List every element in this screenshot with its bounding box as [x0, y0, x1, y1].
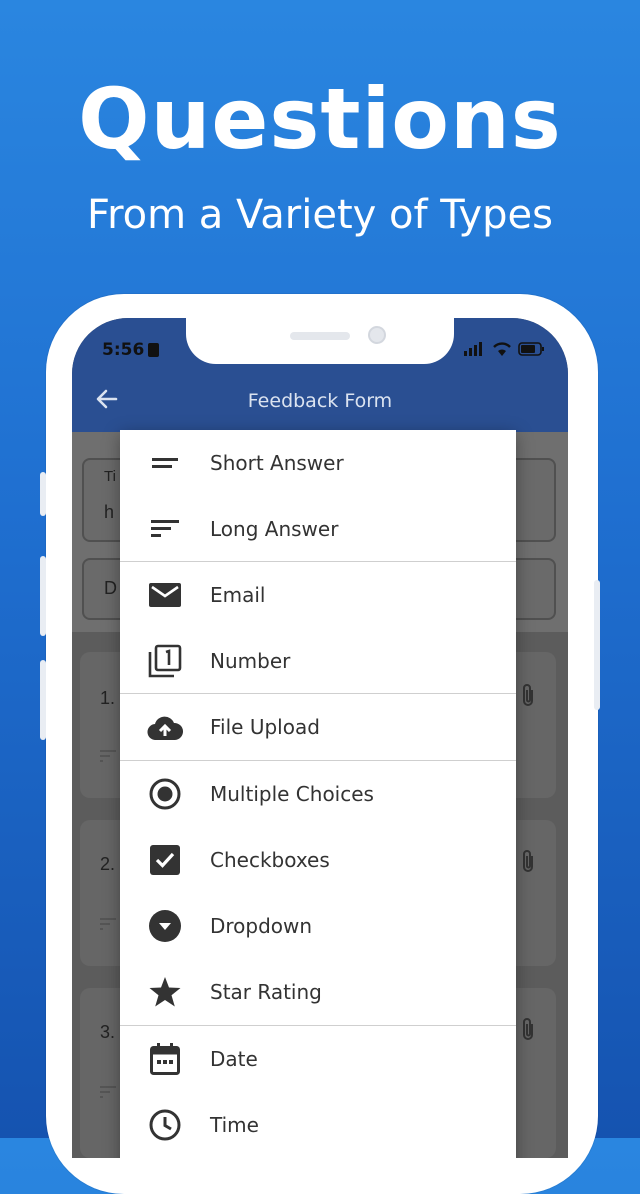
- paperclip-icon[interactable]: [520, 848, 536, 880]
- question-number: 3.: [100, 1022, 116, 1042]
- form-description-value: D: [104, 578, 117, 598]
- calendar-icon: [120, 1043, 210, 1075]
- star-icon: [120, 977, 210, 1007]
- app-bar-title: Feedback Form: [247, 390, 393, 412]
- status-time: 5:56: [102, 340, 160, 360]
- menu-item-dropdown[interactable]: Dropdown: [120, 893, 516, 959]
- menu-item-label: Number: [210, 649, 291, 673]
- short-text-icon: [100, 916, 116, 935]
- radio-icon: [120, 778, 210, 810]
- paperclip-icon[interactable]: [520, 682, 536, 714]
- menu-item-number[interactable]: Number: [120, 628, 516, 694]
- phone-button-volume-down: [40, 660, 46, 740]
- promo-subheadline: From a Variety of Types: [86, 192, 554, 238]
- menu-item-label: File Upload: [210, 715, 320, 739]
- question-number: 2.: [100, 854, 116, 874]
- battery-icon: [518, 342, 544, 356]
- dropdown-icon: [120, 910, 210, 942]
- form-title-value: h: [104, 502, 115, 522]
- number-icon: [120, 643, 210, 679]
- email-icon: [120, 583, 210, 607]
- status-icons: [464, 342, 546, 356]
- menu-item-label: Star Rating: [210, 980, 322, 1004]
- phone-camera: [368, 326, 386, 344]
- menu-item-star-rating[interactable]: Star Rating: [120, 959, 516, 1025]
- cloud-upload-icon: [120, 714, 210, 740]
- long-text-icon: [120, 518, 210, 540]
- phone-screen: 5:56 Feedback Form Ti h D 1. 2. 3. Short…: [72, 318, 568, 1158]
- signal-icon: [464, 342, 482, 356]
- wifi-icon: [493, 342, 511, 356]
- phone-speaker: [290, 332, 350, 340]
- menu-item-date[interactable]: Date: [120, 1026, 516, 1092]
- question-type-menu: Short Answer Long Answer Email Number Fi…: [120, 430, 516, 1158]
- menu-item-multiple-choices[interactable]: Multiple Choices: [120, 761, 516, 827]
- menu-item-time[interactable]: Time: [120, 1092, 516, 1158]
- paperclip-icon[interactable]: [520, 1016, 536, 1048]
- phone-button-volume-up: [40, 556, 46, 636]
- phone-button-power: [594, 580, 600, 710]
- menu-item-label: Multiple Choices: [210, 782, 374, 806]
- app-bar: 5:56 Feedback Form: [72, 318, 568, 432]
- form-title-label: Ti: [104, 468, 116, 485]
- phone-button-mute: [40, 472, 46, 516]
- checkbox-icon: [120, 845, 210, 875]
- short-text-icon: [100, 1084, 116, 1103]
- menu-item-label: Short Answer: [210, 451, 344, 475]
- menu-item-long-answer[interactable]: Long Answer: [120, 496, 516, 562]
- phone-notch: [186, 318, 454, 364]
- menu-item-short-answer[interactable]: Short Answer: [120, 430, 516, 496]
- menu-item-file-upload[interactable]: File Upload: [120, 694, 516, 760]
- menu-item-label: Time: [210, 1113, 259, 1137]
- menu-item-email[interactable]: Email: [120, 562, 516, 628]
- menu-item-label: Checkboxes: [210, 848, 330, 872]
- menu-item-label: Email: [210, 583, 266, 607]
- menu-item-label: Dropdown: [210, 914, 313, 938]
- clock-icon: [120, 1109, 210, 1141]
- menu-item-checkboxes[interactable]: Checkboxes: [120, 827, 516, 893]
- short-text-icon: [100, 748, 116, 767]
- short-text-icon: [120, 455, 210, 471]
- menu-item-label: Long Answer: [210, 517, 339, 541]
- promo-headline: Questions: [78, 70, 562, 168]
- menu-item-label: Date: [210, 1047, 258, 1071]
- question-number: 1.: [100, 688, 116, 708]
